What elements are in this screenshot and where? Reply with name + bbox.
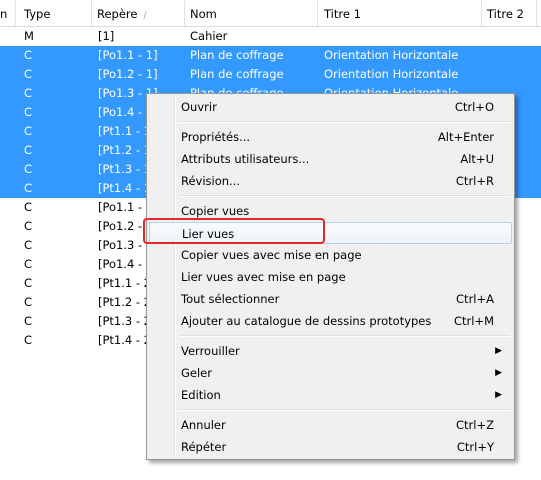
column-header-label: n (0, 7, 8, 21)
menu-item-label: Verrouiller (181, 344, 240, 358)
cell-type: C (24, 181, 33, 195)
menu-item-geler[interactable]: Geler ▶ (149, 362, 512, 384)
menu-item-lier-vues-avec-mise-en-page[interactable]: Lier vues avec mise en page (149, 266, 512, 288)
column-header-n[interactable]: n (0, 0, 16, 26)
menu-item-label: Annuler (181, 418, 226, 432)
cell-titre1: Orientation Horizontale (324, 67, 459, 81)
cell-type: C (24, 257, 33, 271)
menu-item-label: Lier vues avec mise en page (181, 270, 346, 284)
cell-repere: [1] (98, 29, 115, 43)
menu-item-shortcut: Ctrl+Z (456, 418, 494, 432)
cell-type: C (24, 48, 33, 62)
table-row[interactable]: C [Po1.1 - 1] Plan de coffrage Orientation … (0, 46, 541, 65)
menu-item-shortcut: Ctrl+Y (456, 440, 494, 454)
menu-item-label: Tout sélectionner (181, 292, 280, 306)
menu-item-shortcut: Ctrl+R (455, 174, 494, 188)
menu-item-ajouter-au-catalogue-de-dessins-prototypes[interactable]: Ajouter au catalogue de dessins prototyp… (149, 310, 512, 332)
cell-titre1: Orientation Horizontale (324, 48, 459, 62)
menu-separator (179, 335, 510, 337)
cell-type: C (24, 295, 33, 309)
column-header-label: Repère (97, 7, 138, 21)
menu-item-shortcut: Ctrl+O (454, 100, 494, 114)
menu-item-copier-vues-avec-mise-en-page[interactable]: Copier vues avec mise en page (149, 244, 512, 266)
menu-item-shortcut: Ctrl+A (456, 292, 494, 306)
menu-item-label: Révision... (181, 174, 241, 188)
cell-repere: [Po1.2 - 1] (98, 67, 158, 81)
menu-item-label: Répéter (181, 440, 227, 454)
menu-item-edition[interactable]: Edition ▶ (149, 384, 512, 406)
menu-item-label: Edition (181, 388, 221, 402)
cell-type: C (24, 219, 33, 233)
table-row[interactable]: M [1] Cahier (0, 27, 541, 46)
menu-item-tout-selectionner[interactable]: Tout sélectionner Ctrl+A (149, 288, 512, 310)
column-header-label: Titre 2 (487, 7, 524, 21)
menu-item-annuler[interactable]: Annuler Ctrl+Z (149, 414, 512, 436)
cell-type: C (24, 86, 33, 100)
menu-item-revision[interactable]: Révision... Ctrl+R (149, 170, 512, 192)
cell-repere: [Po1.1 - 1] (98, 48, 158, 62)
menu-item-label: Copier vues avec mise en page (181, 248, 362, 262)
menu-item-label: Geler (181, 366, 212, 380)
sort-indicator-icon: / (143, 11, 147, 21)
column-header-label: Titre 1 (324, 7, 361, 21)
menu-item-verrouiller[interactable]: Verrouiller ▶ (149, 340, 512, 362)
menu-item-label: Ajouter au catalogue de dessins prototyp… (181, 314, 432, 328)
column-header-nom[interactable]: Nom (184, 0, 318, 26)
menu-item-label: Ouvrir (181, 100, 217, 114)
cell-type: C (24, 105, 33, 119)
cell-type: C (24, 67, 33, 81)
menu-item-repeter[interactable]: Répéter Ctrl+Y (149, 436, 512, 458)
menu-item-label: Propriétés... (181, 130, 251, 144)
cell-type: C (24, 333, 33, 347)
menu-item-attributs-utilisateurs[interactable]: Attributs utilisateurs... Alt+U (149, 148, 512, 170)
table-row[interactable]: C [Po1.2 - 1] Plan de coffrage Orientation … (0, 65, 541, 84)
context-menu: Ouvrir Ctrl+O Propriétés... Alt+Enter Attrib… (146, 93, 515, 460)
column-header-label: Type (24, 7, 51, 21)
column-header-repere[interactable]: Repère / (91, 0, 185, 26)
column-header-type[interactable]: Type (18, 0, 92, 26)
menu-separator (179, 409, 510, 411)
menu-item-label: Attributs utilisateurs... (181, 152, 310, 166)
column-header-t[interactable]: T (537, 0, 541, 26)
column-header-label: Nom (190, 7, 217, 21)
cell-type: C (24, 238, 33, 252)
submenu-arrow-icon: ▶ (495, 390, 502, 400)
menu-separator (179, 121, 510, 123)
cell-nom: Cahier (190, 29, 228, 43)
menu-separator (179, 195, 510, 197)
cell-nom: Plan de coffrage (190, 67, 284, 81)
menu-item-proprietes[interactable]: Propriétés... Alt+Enter (149, 126, 512, 148)
cell-titre1 (324, 27, 484, 46)
table-header: n Type Repère / Nom Titre 1 Titre 2 T (0, 0, 541, 27)
cell-type: C (24, 143, 33, 157)
submenu-arrow-icon: ▶ (495, 368, 502, 378)
cell-type: C (24, 314, 33, 328)
submenu-arrow-icon: ▶ (495, 346, 502, 356)
cell-type: C (24, 276, 33, 290)
cell-type: C (24, 200, 33, 214)
column-header-titre1[interactable]: Titre 1 (318, 0, 482, 26)
column-header-titre2[interactable]: Titre 2 (481, 0, 537, 26)
cell-nom: Plan de coffrage (190, 48, 284, 62)
menu-item-shortcut: Alt+Enter (437, 130, 494, 144)
annotation-highlight-box (143, 218, 325, 244)
menu-item-shortcut: Ctrl+M (453, 314, 494, 328)
cell-type: C (24, 124, 33, 138)
menu-item-ouvrir[interactable]: Ouvrir Ctrl+O (149, 96, 512, 118)
cell-type: M (24, 29, 34, 43)
cell-type: C (24, 162, 33, 176)
menu-item-shortcut: Alt+U (460, 152, 494, 166)
